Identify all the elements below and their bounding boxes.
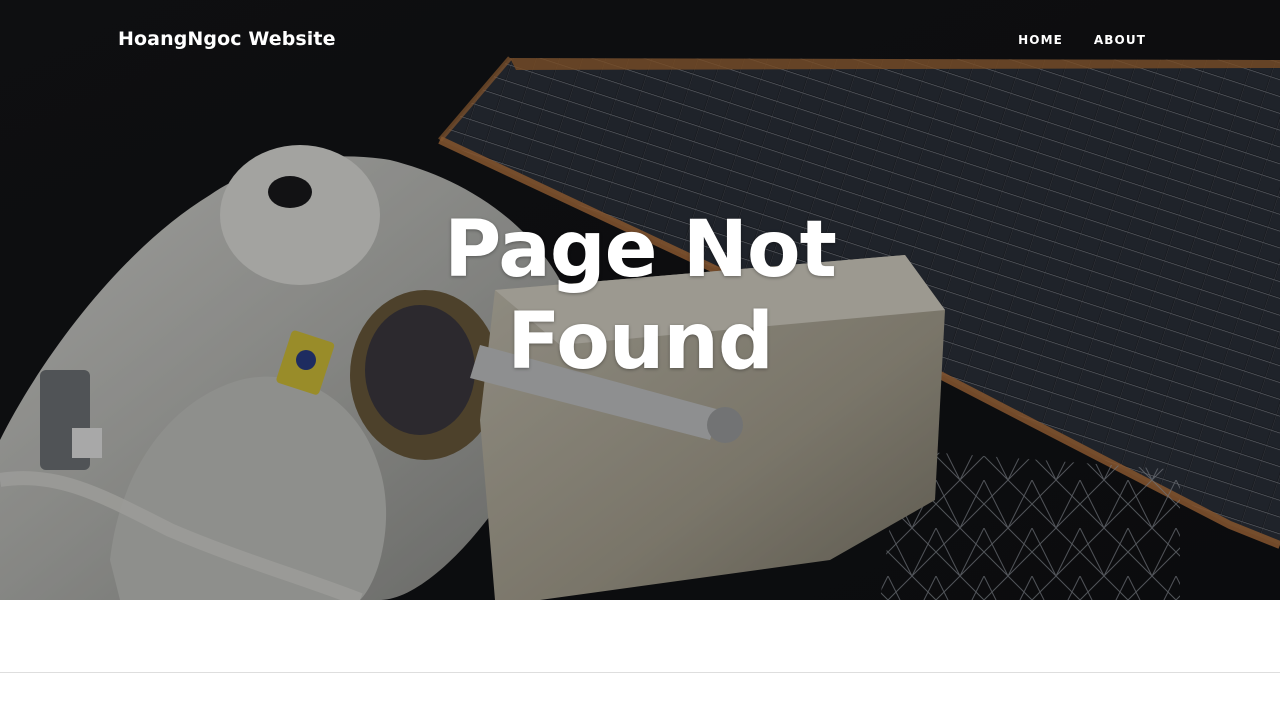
main-content-area bbox=[0, 600, 1280, 672]
nav-link-about[interactable]: ABOUT bbox=[1094, 33, 1146, 47]
hero-header: HoangNgoc Website HOME ABOUT Page Not Fo… bbox=[0, 0, 1280, 600]
nav-menu: HOME ABOUT bbox=[1018, 33, 1146, 47]
nav-link-home[interactable]: HOME bbox=[1018, 33, 1063, 47]
page-title: Page Not Found bbox=[444, 205, 837, 387]
page-footer bbox=[0, 673, 1280, 720]
site-brand-link[interactable]: HoangNgoc Website bbox=[118, 28, 336, 50]
top-navbar: HoangNgoc Website HOME ABOUT bbox=[0, 0, 1280, 82]
